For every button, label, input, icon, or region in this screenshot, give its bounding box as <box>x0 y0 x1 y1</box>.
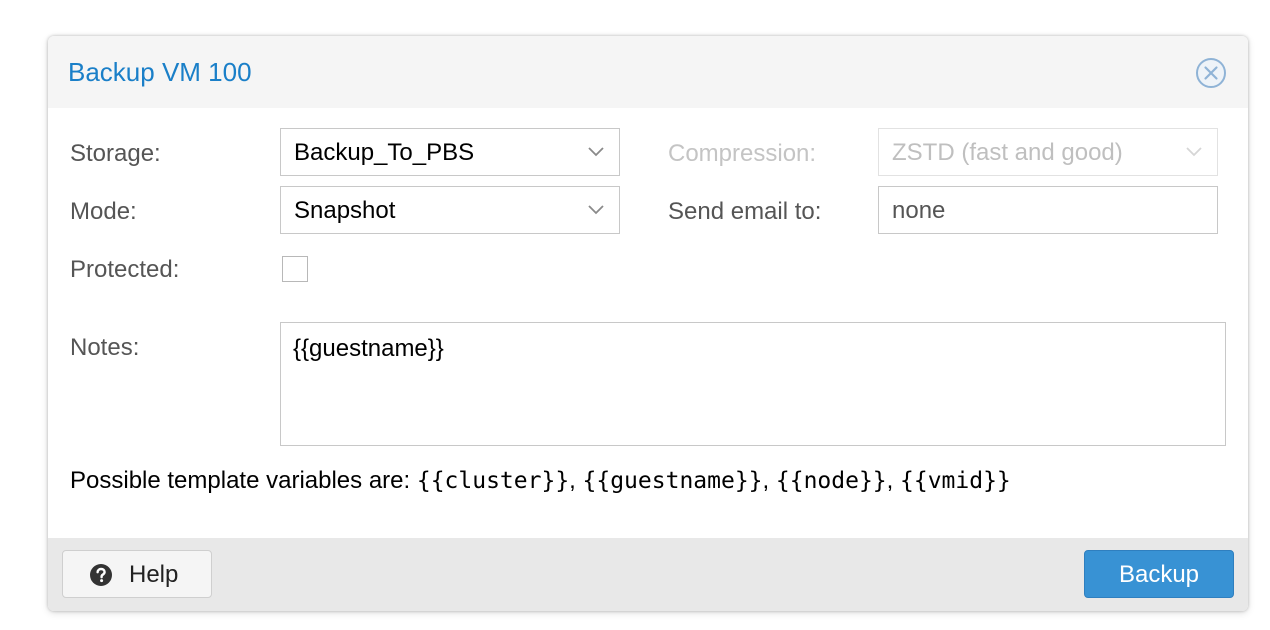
template-variable: {{vmid}} <box>900 468 1011 494</box>
backup-button[interactable]: Backup <box>1084 550 1234 598</box>
template-hint-prefix: Possible template variables are: <box>70 467 417 494</box>
dialog-title: Backup VM 100 <box>68 57 252 87</box>
notes-textarea[interactable]: {{guestname}} <box>280 322 1226 446</box>
help-button[interactable]: Help <box>62 550 212 598</box>
template-separator: , <box>886 467 900 494</box>
storage-select[interactable]: Backup_To_PBS <box>280 128 620 176</box>
compression-value: ZSTD (fast and good) <box>892 139 1123 166</box>
backup-dialog: Backup VM 100 Storage: Backup_To_PBS Com… <box>48 36 1248 611</box>
email-value: none <box>892 197 946 224</box>
template-variable: {{guestname}} <box>582 468 763 494</box>
close-icon[interactable] <box>1195 57 1227 89</box>
notes-label: Notes: <box>70 334 140 361</box>
template-separator: , <box>569 467 583 494</box>
storage-value: Backup_To_PBS <box>294 139 475 166</box>
dialog-titlebar: Backup VM 100 <box>48 36 1248 108</box>
mode-value: Snapshot <box>294 197 396 224</box>
email-field[interactable]: none <box>878 186 1218 234</box>
compression-label: Compression: <box>668 140 817 167</box>
chevron-down-icon <box>588 147 604 157</box>
template-variable: {{cluster}} <box>416 468 570 494</box>
question-circle-icon <box>90 564 112 586</box>
dialog-footer: Help Backup <box>48 538 1248 611</box>
template-variables-hint: Possible template variables are: {{clust… <box>70 466 1011 496</box>
template-variable: {{node}} <box>775 468 887 494</box>
notes-value: {{guestname}} <box>293 335 444 362</box>
compression-select: ZSTD (fast and good) <box>878 128 1218 176</box>
chevron-down-icon <box>1186 147 1202 157</box>
mode-label: Mode: <box>70 198 137 225</box>
storage-label: Storage: <box>70 140 161 167</box>
protected-checkbox[interactable] <box>282 256 308 282</box>
template-separator: , <box>762 467 776 494</box>
mode-select[interactable]: Snapshot <box>280 186 620 234</box>
backup-button-label: Backup <box>1118 561 1200 588</box>
protected-label: Protected: <box>70 256 180 283</box>
help-button-label: Help <box>129 561 179 588</box>
email-label: Send email to: <box>668 198 822 225</box>
chevron-down-icon <box>588 205 604 215</box>
